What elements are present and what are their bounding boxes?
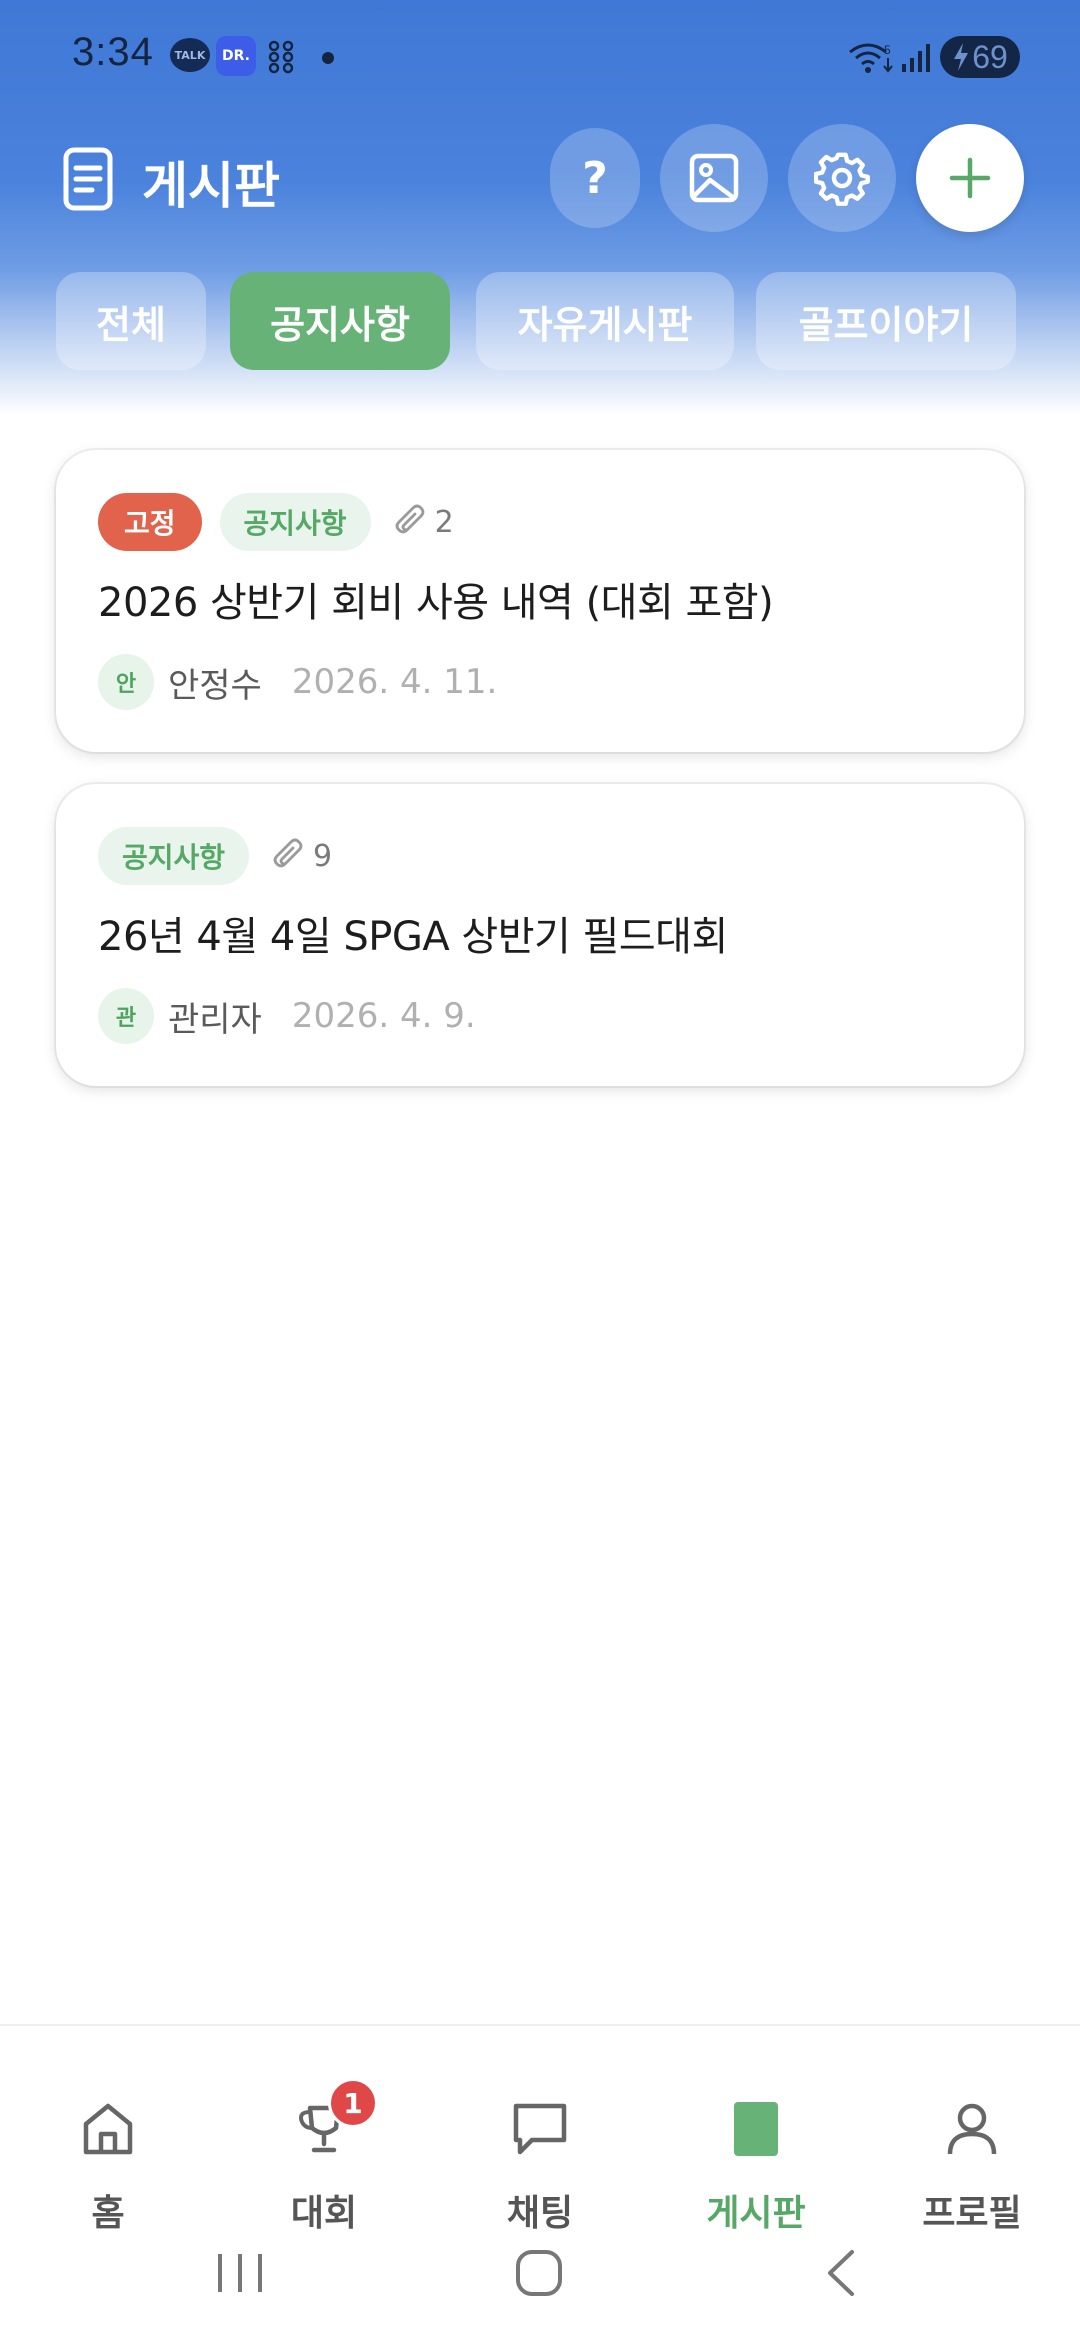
nav-chat[interactable]: 채팅: [460, 2074, 620, 2234]
attachment-count: 9: [269, 836, 332, 876]
post-title: 2026 상반기 회비 사용 내역 (대회 포함): [98, 580, 774, 626]
paperclip-icon: [273, 838, 303, 868]
tab-notice[interactable]: 공지사항: [230, 272, 450, 370]
pinned-badge: 고정: [98, 493, 202, 551]
grid-app-icon: [268, 40, 294, 74]
dr-app-icon: DR.: [216, 36, 256, 76]
post-card[interactable]: 고정 공지사항 2 2026 상반기 회비 사용 내역 (대회 포함) 안 안정…: [56, 450, 1024, 752]
status-time: 3:34: [72, 30, 154, 74]
notification-badge: 1: [328, 2078, 378, 2128]
tab-golf-story[interactable]: 골프이야기: [756, 272, 1016, 370]
profile-icon: [947, 2103, 997, 2155]
nav-profile-label: 프로필: [922, 2193, 1022, 2234]
signal-icon: [902, 44, 930, 72]
tab-all[interactable]: 전체: [56, 272, 206, 370]
system-home-icon[interactable]: [514, 2248, 564, 2298]
post-meta: 안 안정수 2026. 4. 11.: [98, 654, 497, 710]
board-icon: [734, 2102, 778, 2156]
nav-tournament-label: 대회: [290, 2193, 358, 2234]
nav-board-label: 게시판: [706, 2193, 806, 2234]
tab-free-board[interactable]: 자유게시판: [476, 272, 734, 370]
wifi-icon: 5: [849, 43, 893, 73]
post-card[interactable]: 공지사항 9 26년 4월 4일 SPGA 상반기 필드대회 관 관리자 202…: [56, 784, 1024, 1086]
document-icon: [63, 147, 113, 211]
help-button[interactable]: ?: [550, 128, 640, 228]
post-meta: 관 관리자 2026. 4. 9.: [98, 988, 476, 1044]
attachment-count-value: 9: [313, 838, 333, 874]
chat-icon: [513, 2103, 567, 2155]
nav-chat-label: 채팅: [506, 2193, 574, 2234]
recents-icon[interactable]: [210, 2250, 270, 2296]
image-icon: [689, 153, 739, 203]
add-post-button[interactable]: [916, 124, 1024, 232]
attachment-count-value: 2: [434, 504, 454, 540]
back-icon[interactable]: [820, 2248, 860, 2298]
avatar: 안: [98, 654, 154, 710]
post-title: 26년 4월 4일 SPGA 상반기 필드대회: [98, 914, 728, 960]
nav-profile[interactable]: 프로필: [892, 2074, 1052, 2234]
nav-home[interactable]: 홈: [28, 2074, 188, 2234]
charging-bolt-icon: [954, 43, 969, 71]
gear-icon: [814, 152, 870, 206]
avatar: 관: [98, 988, 154, 1044]
nav-board[interactable]: 게시판: [676, 2074, 836, 2234]
post-author: 안정수: [168, 665, 262, 706]
settings-button[interactable]: [788, 124, 896, 232]
nav-home-label: 홈: [91, 2193, 125, 2234]
battery-level: 69: [972, 38, 1008, 75]
page-title: 게시판: [142, 157, 280, 215]
paperclip-icon: [395, 504, 424, 534]
help-icon: ?: [582, 152, 608, 204]
post-date: 2026. 4. 11.: [291, 662, 498, 702]
kakaotalk-icon: TALK: [170, 38, 210, 72]
image-button[interactable]: [660, 124, 768, 232]
nav-tournament[interactable]: 1 대회: [244, 2074, 404, 2234]
post-author: 관리자: [168, 999, 262, 1040]
category-badge: 공지사항: [219, 493, 371, 551]
post-badges: 고정 공지사항 2: [98, 492, 454, 552]
battery-indicator: 69: [940, 36, 1020, 78]
category-badge: 공지사항: [98, 827, 250, 885]
plus-icon: [949, 157, 991, 199]
notification-dot-icon: [322, 52, 334, 64]
post-badges: 공지사항 9: [98, 826, 332, 886]
attachment-count: 2: [391, 502, 454, 542]
post-date: 2026. 4. 9.: [291, 996, 476, 1036]
status-bar: 3:34 TALK DR. 5 69: [0, 0, 1080, 120]
svg-text:5: 5: [884, 43, 891, 57]
home-icon: [83, 2103, 133, 2155]
